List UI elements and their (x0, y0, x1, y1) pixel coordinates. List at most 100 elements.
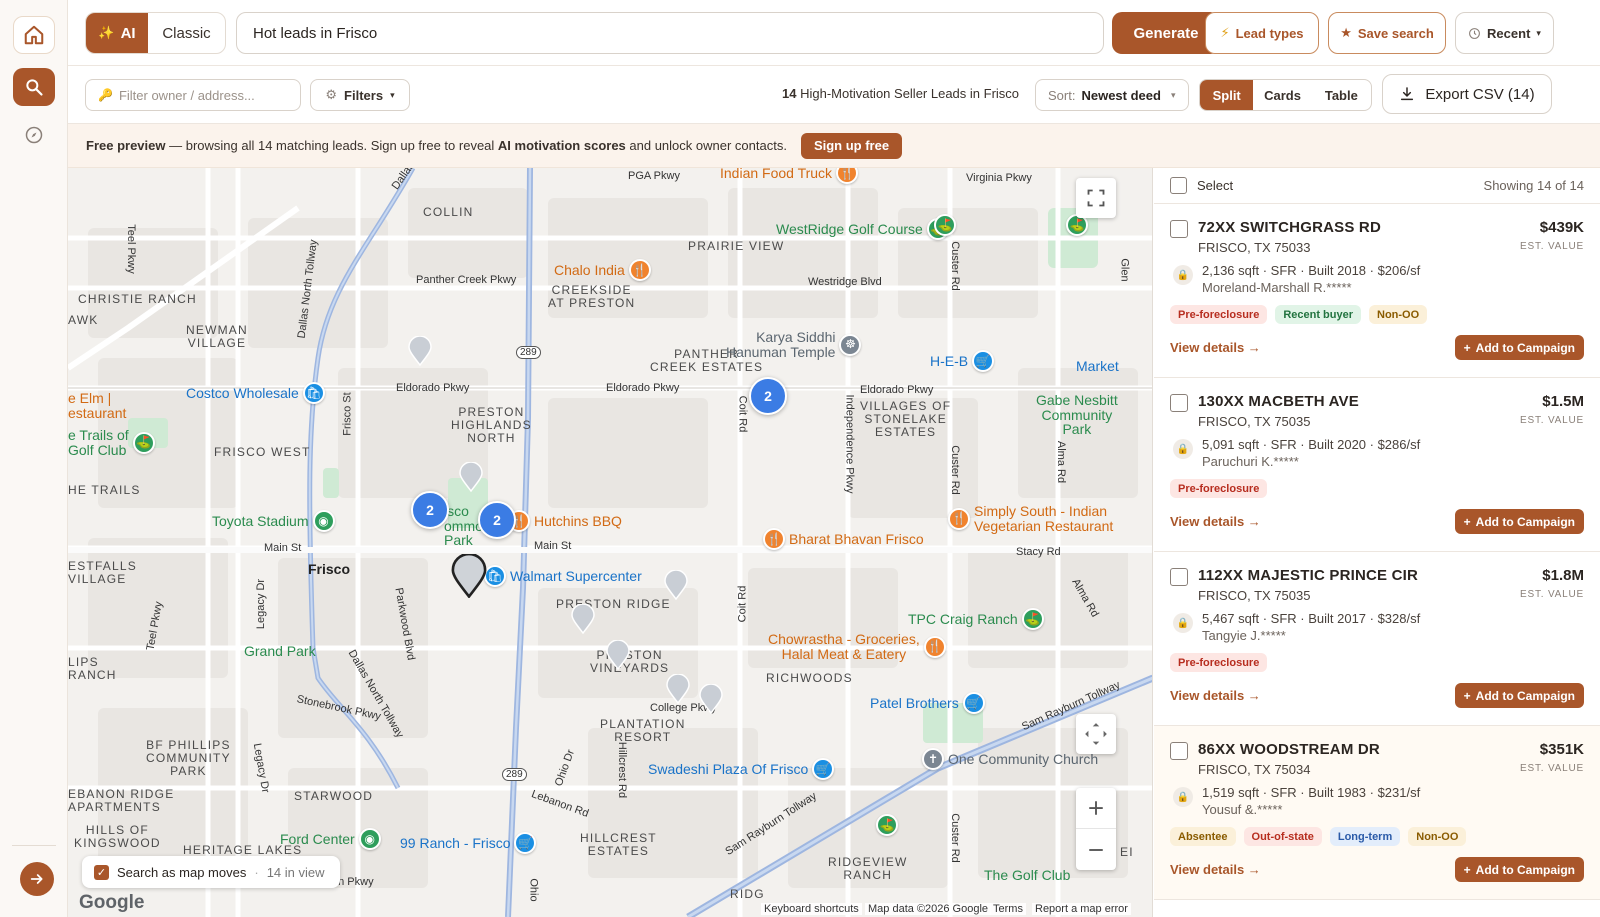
lead-cluster[interactable]: 2 (749, 377, 787, 415)
road-label: PGA Pkwy (628, 170, 680, 182)
view-details-link[interactable]: View details → (1170, 514, 1261, 529)
lead-pin[interactable] (606, 640, 630, 670)
explore-nav-button[interactable] (13, 116, 55, 154)
view-split-button[interactable]: Split (1200, 80, 1254, 110)
poi-label: isco ommo Park (444, 503, 483, 549)
lead-select-checkbox[interactable] (1170, 568, 1188, 586)
poi-hutchins-bbq[interactable]: 🍴 Hutchins BBQ (508, 510, 622, 532)
lead-card[interactable]: 112XX MAJESTIC PRINCE CIR FRISCO, TX 750… (1154, 552, 1600, 726)
map[interactable]: COLLIN PRAIRIE VIEW CHRISTIE RANCH NEWMA… (68, 168, 1153, 917)
sort-select[interactable]: Sort: Newest deed ▾ (1035, 79, 1189, 111)
selected-lead-pin[interactable] (451, 554, 487, 598)
poi-market[interactable]: Market (1076, 359, 1119, 374)
poi-one-community-church[interactable]: ✝ One Community Church (922, 748, 1098, 770)
view-details-link[interactable]: View details → (1170, 340, 1261, 355)
lead-pin[interactable] (571, 604, 595, 634)
poi-heb[interactable]: H-E-B 🛒 (930, 350, 995, 372)
plus-icon: + (1463, 340, 1471, 355)
lead-pin[interactable] (699, 684, 723, 714)
lead-pin[interactable] (459, 462, 483, 492)
leads-panel: Select Showing 14 of 14 72XX SWITCHGRASS… (1154, 168, 1600, 917)
lead-city: FRISCO, TX 75035 (1198, 588, 1311, 603)
terms-link[interactable]: Terms (990, 903, 1026, 915)
area-label: AWK (68, 313, 99, 327)
poi-indian-food-truck[interactable]: Indian Food Truck 🍴 (720, 168, 859, 184)
poi-walmart[interactable]: 🛍 Walmart Supercenter (484, 565, 642, 587)
lead-cluster[interactable]: 2 (478, 501, 516, 539)
select-all-checkbox[interactable] (1170, 177, 1187, 194)
poi-chalo-india[interactable]: Chalo India 🍴 (554, 259, 651, 281)
lead-pin[interactable] (664, 570, 688, 600)
poi-patel-brothers[interactable]: Patel Brothers 🛒 (870, 692, 985, 714)
poi-chowrastha[interactable]: Chowrastha - Groceries, Halal Meat & Eat… (768, 632, 946, 661)
poi-label: H-E-B (930, 352, 969, 369)
poi-gabe-nesbitt[interactable]: Gabe Nesbitt Community Park (1036, 393, 1118, 437)
road-label: Westridge Blvd (808, 276, 882, 288)
poi-park-marker[interactable]: ⛳ (934, 214, 956, 236)
add-to-campaign-button[interactable]: + Add to Campaign (1454, 857, 1584, 882)
keyboard-shortcuts-link[interactable]: Keyboard shortcuts (761, 903, 862, 915)
lead-select-checkbox[interactable] (1170, 742, 1188, 760)
lead-select-checkbox[interactable] (1170, 394, 1188, 412)
lead-pin[interactable] (666, 674, 690, 704)
poi-costco[interactable]: Costco Wholesale 🛍 (186, 382, 325, 404)
area-label: VILLAGES OF STONELAKE ESTATES (860, 399, 952, 440)
report-map-error-link[interactable]: Report a map error (1032, 903, 1131, 915)
poi-trails-golf[interactable]: e Trails of Golf Club ⛳ (68, 428, 155, 457)
lead-select-checkbox[interactable] (1170, 220, 1188, 238)
lead-card[interactable]: 72XX SWITCHGRASS RD FRISCO, TX 75033 $43… (1154, 204, 1600, 378)
view-details-link[interactable]: View details → (1170, 862, 1261, 877)
poi-toyota-stadium[interactable]: Toyota Stadium ◉ (212, 510, 335, 532)
restaurant-icon: 🍴 (836, 168, 859, 184)
mode-classic-button[interactable]: Classic (148, 13, 225, 53)
fullscreen-icon (1087, 189, 1105, 207)
zoom-in-button[interactable] (1076, 788, 1116, 829)
lead-card[interactable]: 130XX MACBETH AVE FRISCO, TX 75035 $1.5M… (1154, 378, 1600, 552)
google-logo: Google (79, 892, 145, 913)
mode-ai-button[interactable]: ✨ AI (86, 13, 148, 53)
zoom-out-button[interactable] (1076, 829, 1116, 870)
ai-search-input[interactable]: Hot leads in Frisco (236, 12, 1104, 54)
lead-types-button[interactable]: ⚡ Lead types (1205, 12, 1319, 54)
poi-golf-club[interactable]: The Golf Club (984, 868, 1070, 883)
view-table-button[interactable]: Table (1312, 80, 1371, 110)
expand-rail-button[interactable] (20, 862, 54, 896)
generate-button[interactable]: Generate (1112, 12, 1220, 54)
search-nav-button[interactable] (13, 68, 55, 106)
add-to-campaign-button[interactable]: + Add to Campaign (1454, 509, 1584, 534)
poi-simply-south[interactable]: 🍴 Simply South - Indian Vegetarian Resta… (948, 504, 1113, 533)
area-label: RIDGEVIEW RANCH (828, 855, 908, 883)
poi-ford-center[interactable]: Ford Center ◉ (280, 828, 381, 850)
fullscreen-button[interactable] (1076, 178, 1116, 218)
add-to-campaign-button[interactable]: + Add to Campaign (1454, 683, 1584, 708)
view-cards-button[interactable]: Cards (1253, 80, 1311, 110)
poi-westridge-golf[interactable]: WestRidge Golf Course ⛳ (776, 218, 949, 240)
pan-control[interactable] (1076, 714, 1116, 754)
poi-elm-restaurant[interactable]: e Elm | estaurant (68, 391, 126, 421)
poi-tpc-craig-ranch[interactable]: TPC Craig Ranch ⛳ (908, 608, 1044, 630)
area-label: PRESTON HIGHLANDS NORTH (451, 405, 532, 446)
poi-label: Market (1076, 358, 1119, 374)
lead-card[interactable]: 86XX WOODSTREAM DR FRISCO, TX 75034 $351… (1154, 726, 1600, 900)
recent-button[interactable]: Recent ▾ (1455, 12, 1554, 54)
poi-99-ranch[interactable]: 99 Ranch - Frisco 🛒 (400, 832, 537, 854)
poi-karya-siddhi[interactable]: Karya Siddhi Hanuman Temple ☸ (726, 330, 862, 359)
filters-button[interactable]: ⚙ Filters ▾ (310, 79, 410, 111)
poi-frisco-commons[interactable]: isco ommo Park (444, 504, 483, 548)
view-details-link[interactable]: View details → (1170, 688, 1261, 703)
poi-grand-park[interactable]: Grand Park (244, 644, 316, 659)
lead-cluster[interactable]: 2 (411, 491, 449, 529)
poi-park-marker[interactable]: ⛳ (876, 814, 898, 836)
lead-pin[interactable] (408, 336, 432, 366)
clock-icon (1469, 27, 1480, 39)
owner-filter-input[interactable]: 🔑 Filter owner / address... (85, 79, 301, 111)
search-as-map-moves-toggle[interactable]: ✓ Search as map moves · 14 in view (82, 856, 340, 888)
poi-swadeshi[interactable]: Swadeshi Plaza Of Frisco 🛒 (648, 758, 835, 780)
sign-up-button[interactable]: Sign up free (800, 132, 903, 159)
home-button[interactable] (13, 16, 55, 54)
road-label: Eldorado Pkwy (606, 382, 680, 394)
add-to-campaign-button[interactable]: + Add to Campaign (1454, 335, 1584, 360)
export-csv-button[interactable]: Export CSV (14) (1382, 74, 1552, 114)
poi-bharat-bhavan[interactable]: 🍴 Bharat Bhavan Frisco (763, 528, 924, 550)
save-search-button[interactable]: ★ Save search (1328, 12, 1446, 54)
